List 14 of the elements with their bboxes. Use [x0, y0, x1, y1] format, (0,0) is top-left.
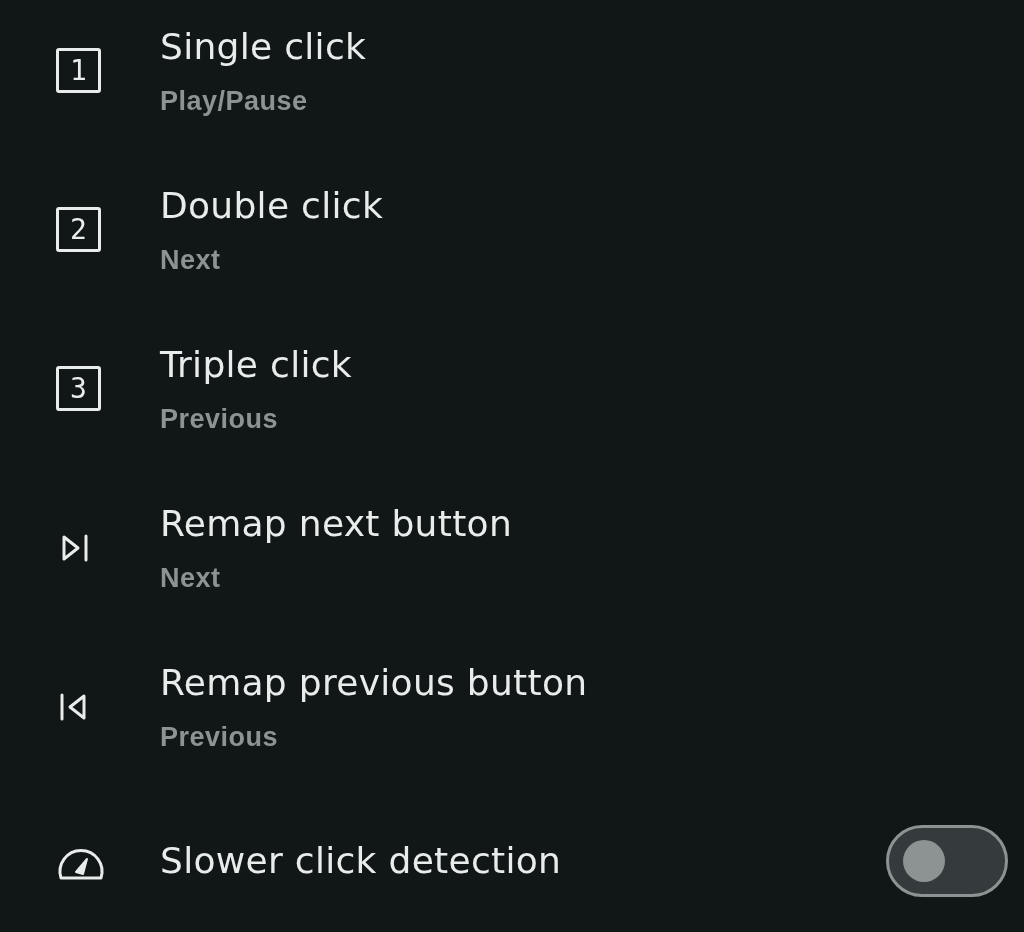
- setting-title: Remap next button: [160, 502, 513, 546]
- numbered-square-icon: 3: [56, 366, 101, 411]
- setting-value: Previous: [160, 404, 280, 434]
- setting-value: Next: [160, 563, 222, 593]
- setting-value: Previous: [160, 722, 280, 752]
- setting-title: Double click: [160, 184, 385, 228]
- setting-title: Triple click: [160, 343, 353, 387]
- setting-title: Single click: [160, 25, 368, 69]
- numbered-square-icon: 1: [56, 48, 101, 93]
- setting-title: Slower click detection: [160, 839, 563, 883]
- setting-title: Remap previous button: [160, 661, 589, 705]
- setting-value: Next: [160, 245, 222, 275]
- numbered-square-icon: 2: [56, 207, 101, 252]
- setting-value: Play/Pause: [160, 86, 309, 116]
